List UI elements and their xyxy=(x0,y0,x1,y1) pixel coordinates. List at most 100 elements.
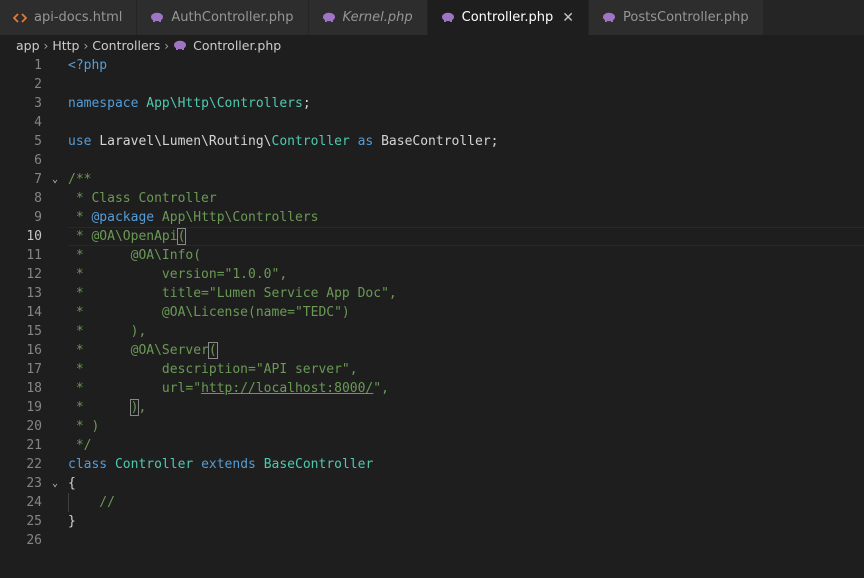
line-number: 12 xyxy=(26,267,42,282)
close-icon[interactable]: ✕ xyxy=(562,10,574,26)
line-number: 13 xyxy=(26,286,42,301)
line-number: 14 xyxy=(26,305,42,320)
code-line: 18 * url="http://localhost:8000/", xyxy=(0,379,864,398)
tab-label: Kernel.php xyxy=(342,10,413,25)
bracket-match: ( xyxy=(176,228,187,245)
code-line: 21 */ xyxy=(0,436,864,455)
line-number: 19 xyxy=(26,400,42,415)
tab-bar: api-docs.html AuthController.php Kernel.… xyxy=(0,0,864,35)
code-line-current: 10 * @OA\OpenApi( xyxy=(0,227,864,246)
comment: * version="1.0.0", xyxy=(68,267,288,282)
chevron-right-icon: › xyxy=(164,38,170,53)
line-number: 23 xyxy=(26,476,42,491)
line-number: 16 xyxy=(26,343,42,358)
code-line: 23 ⌄ { xyxy=(0,474,864,493)
code-line: 1 <?php xyxy=(0,56,864,75)
punctuation: ; xyxy=(302,96,311,111)
line-number: 24 xyxy=(26,495,42,510)
comment: * Class Controller xyxy=(68,191,217,206)
brace: { xyxy=(68,476,76,491)
line-number: 20 xyxy=(26,419,42,434)
code-line: 11 * @OA\Info( xyxy=(0,246,864,265)
chevron-right-icon: › xyxy=(83,38,89,53)
bracket-match: ( xyxy=(207,342,218,359)
code-line: 15 * ), xyxy=(0,322,864,341)
php-icon xyxy=(441,12,455,23)
comment: * title="Lumen Service App Doc", xyxy=(68,286,397,301)
chevron-down-icon[interactable]: ⌄ xyxy=(52,170,64,189)
php-open-tag: <?php xyxy=(68,58,108,73)
comment: * @OA\Info( xyxy=(68,248,202,263)
brace: } xyxy=(68,514,76,529)
line-number: 26 xyxy=(26,533,42,548)
keyword: use xyxy=(68,134,92,149)
comment: // xyxy=(68,495,115,510)
comment: * @OA\Server xyxy=(68,343,209,358)
code-editor[interactable]: 1 <?php 2 3 namespace App\Http\Controllers… xyxy=(0,56,864,578)
html-icon xyxy=(13,12,27,24)
breadcrumb-item-app[interactable]: app xyxy=(16,38,40,53)
namespace-name: App\Http\Controllers xyxy=(146,96,303,111)
php-icon xyxy=(322,12,336,23)
tab-label: Controller.php xyxy=(461,10,554,25)
line-number: 5 xyxy=(34,134,42,149)
php-icon xyxy=(173,40,187,51)
code-line: 3 namespace App\Http\Controllers; xyxy=(0,94,864,113)
code-line: 12 * version="1.0.0", xyxy=(0,265,864,284)
line-number: 10 xyxy=(26,229,42,244)
url-link[interactable]: http://localhost:8000/ xyxy=(201,381,373,396)
line-number: 18 xyxy=(26,381,42,396)
line-number: 25 xyxy=(26,514,42,529)
code-line: 6 xyxy=(0,151,864,170)
tab-label: api-docs.html xyxy=(34,10,123,25)
php-icon xyxy=(602,12,616,23)
line-number: 21 xyxy=(26,438,42,453)
class-name: Controller xyxy=(114,457,194,472)
breadcrumb-item-file[interactable]: Controller.php xyxy=(193,38,281,53)
tab-posts-controller[interactable]: PostsController.php xyxy=(589,0,764,35)
tab-controller[interactable]: Controller.php ✕ xyxy=(427,0,590,35)
line-number: 9 xyxy=(34,210,42,225)
code-line: 17 * description="API server", xyxy=(0,360,864,379)
comment: * ) xyxy=(68,419,100,434)
code-line: 7 ⌄ /** xyxy=(0,170,864,189)
keyword: class xyxy=(68,457,108,472)
class-name: BaseController xyxy=(263,457,374,472)
line-number: 15 xyxy=(26,324,42,339)
code-line: 22 class Controller extends BaseControlle… xyxy=(0,455,864,474)
punctuation: ; xyxy=(490,134,499,149)
code-line: 4 xyxy=(0,113,864,132)
line-number: 17 xyxy=(26,362,42,377)
comment: * url=" xyxy=(68,381,202,396)
code-line: 25} xyxy=(0,512,864,531)
chevron-right-icon: › xyxy=(43,38,49,53)
comment: * description="API server", xyxy=(68,362,358,377)
keyword: as xyxy=(357,134,374,149)
code-line: 9 * @package App\Http\Controllers xyxy=(0,208,864,227)
code-line: 26 xyxy=(0,531,864,550)
php-icon xyxy=(150,12,164,23)
comment: * xyxy=(68,400,131,415)
tab-api-docs[interactable]: api-docs.html xyxy=(0,0,138,35)
comment: , xyxy=(138,400,147,415)
breadcrumb-item-http[interactable]: Http xyxy=(52,38,79,53)
line-number: 7 xyxy=(34,172,42,187)
comment: */ xyxy=(68,438,92,453)
code-line: 20 * ) xyxy=(0,417,864,436)
comment: * @OA\License(name="TEDC") xyxy=(68,305,350,320)
alias-name: BaseController xyxy=(381,134,491,149)
code-line: 5 use Laravel\Lumen\Routing\Controller as… xyxy=(0,132,864,151)
comment: * ), xyxy=(68,324,147,339)
code-line: 24 // xyxy=(0,493,864,512)
line-number: 6 xyxy=(34,153,42,168)
tab-auth-controller[interactable]: AuthController.php xyxy=(137,0,309,35)
code-line: 19 * ), xyxy=(0,398,864,417)
class-name: Controller xyxy=(271,134,350,149)
doc-tag: @package xyxy=(91,210,155,225)
tab-kernel[interactable]: Kernel.php xyxy=(308,0,428,35)
breadcrumb-item-controllers[interactable]: Controllers xyxy=(92,38,160,53)
line-number: 8 xyxy=(34,191,42,206)
line-number: 1 xyxy=(34,58,42,73)
chevron-down-icon[interactable]: ⌄ xyxy=(52,474,64,493)
comment: * @OA\OpenApi xyxy=(68,229,178,244)
